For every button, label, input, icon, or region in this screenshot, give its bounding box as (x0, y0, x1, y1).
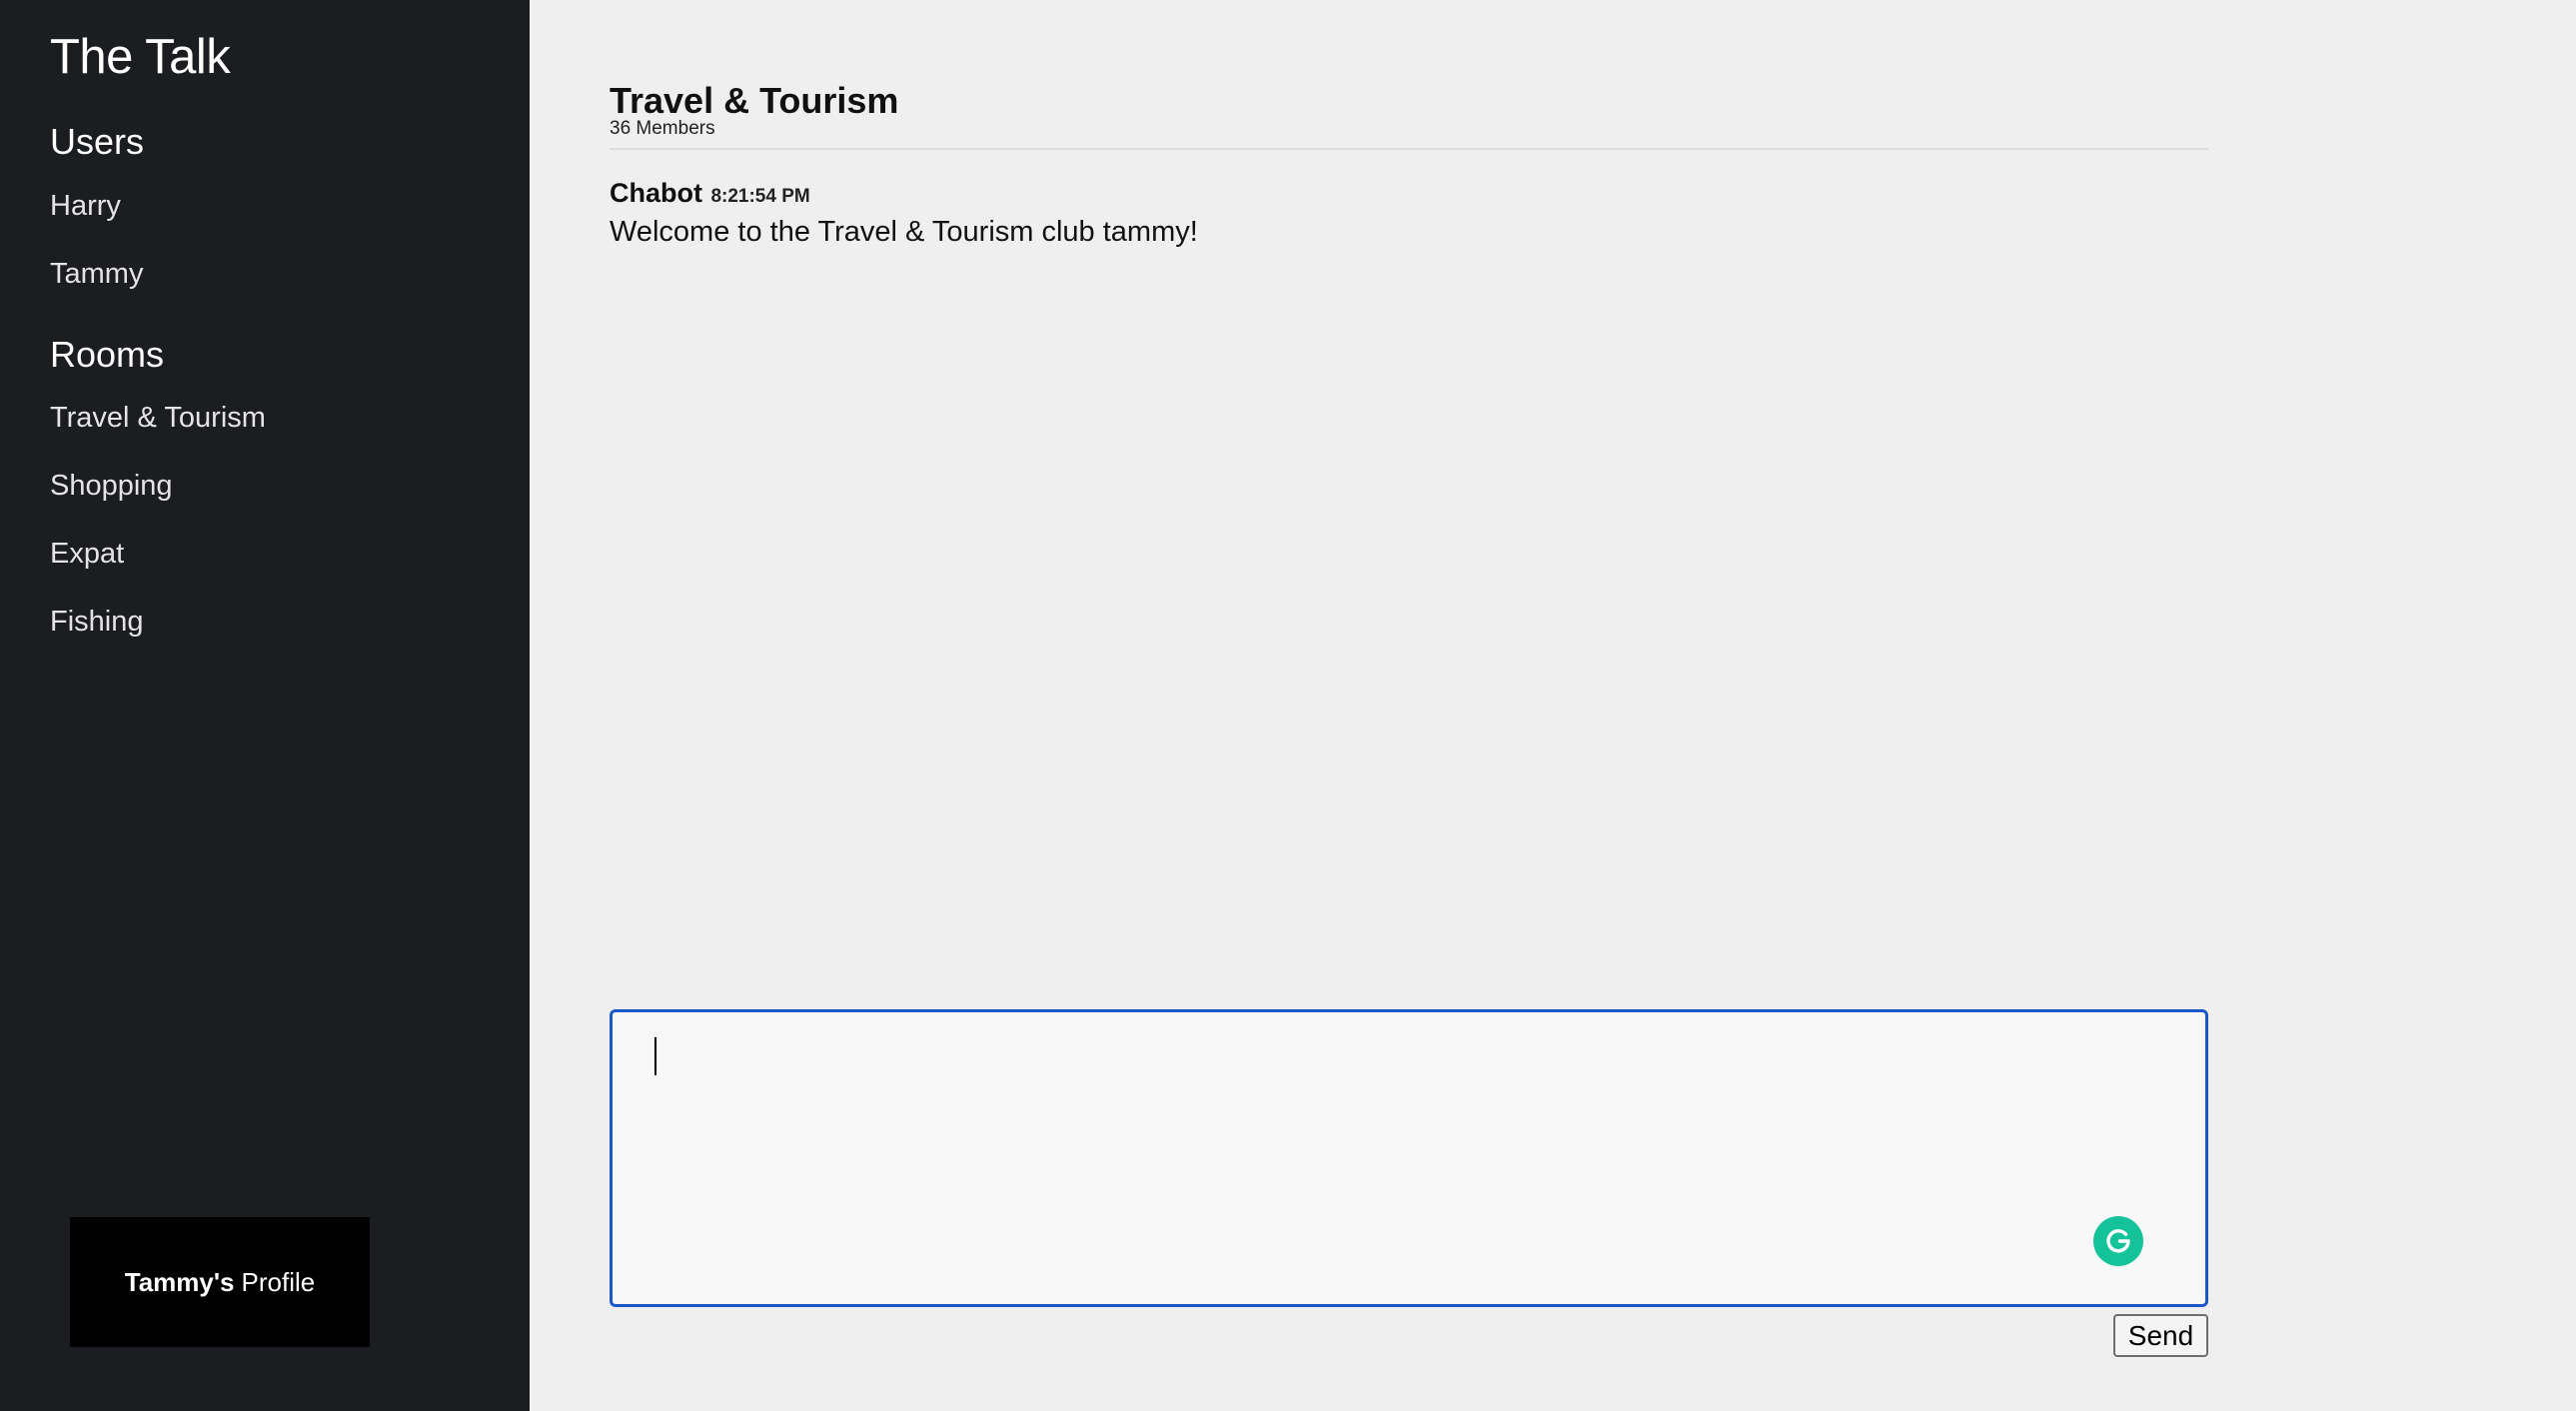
profile-name: Tammy's (124, 1266, 235, 1297)
member-count: 36 Members (610, 118, 715, 139)
message-timestamp: 8:21:54 PM (710, 186, 810, 207)
message-author: Chabot (610, 178, 702, 208)
message-header: Chabot 8:21:54 PM (610, 178, 1198, 209)
app-title: The Talk (50, 30, 231, 84)
send-button[interactable]: Send (2113, 1314, 2208, 1357)
grammarly-icon[interactable] (2093, 1216, 2143, 1266)
sidebar-item-harry[interactable]: Harry (50, 188, 121, 224)
message-input[interactable] (610, 1009, 2208, 1307)
sidebar-item-fishing[interactable]: Fishing (50, 604, 144, 640)
profile-button[interactable]: Tammy's Profile (70, 1217, 370, 1347)
rooms-heading: Rooms (50, 334, 165, 375)
text-caret (654, 1037, 656, 1075)
header-divider (610, 148, 2208, 150)
sidebar-item-expat[interactable]: Expat (50, 536, 124, 572)
message-text: Welcome to the Travel & Tourism club tam… (610, 216, 1198, 248)
sidebar-item-tammy[interactable]: Tammy (50, 256, 143, 292)
sidebar: The Talk Users Harry Tammy Rooms Travel … (0, 0, 530, 1411)
users-heading: Users (50, 121, 145, 162)
sidebar-item-travel-tourism[interactable]: Travel & Tourism (50, 400, 266, 436)
profile-label: Profile (241, 1266, 316, 1297)
chat-message: Chabot 8:21:54 PM Welcome to the Travel … (610, 178, 1198, 251)
sidebar-item-shopping[interactable]: Shopping (50, 468, 173, 504)
